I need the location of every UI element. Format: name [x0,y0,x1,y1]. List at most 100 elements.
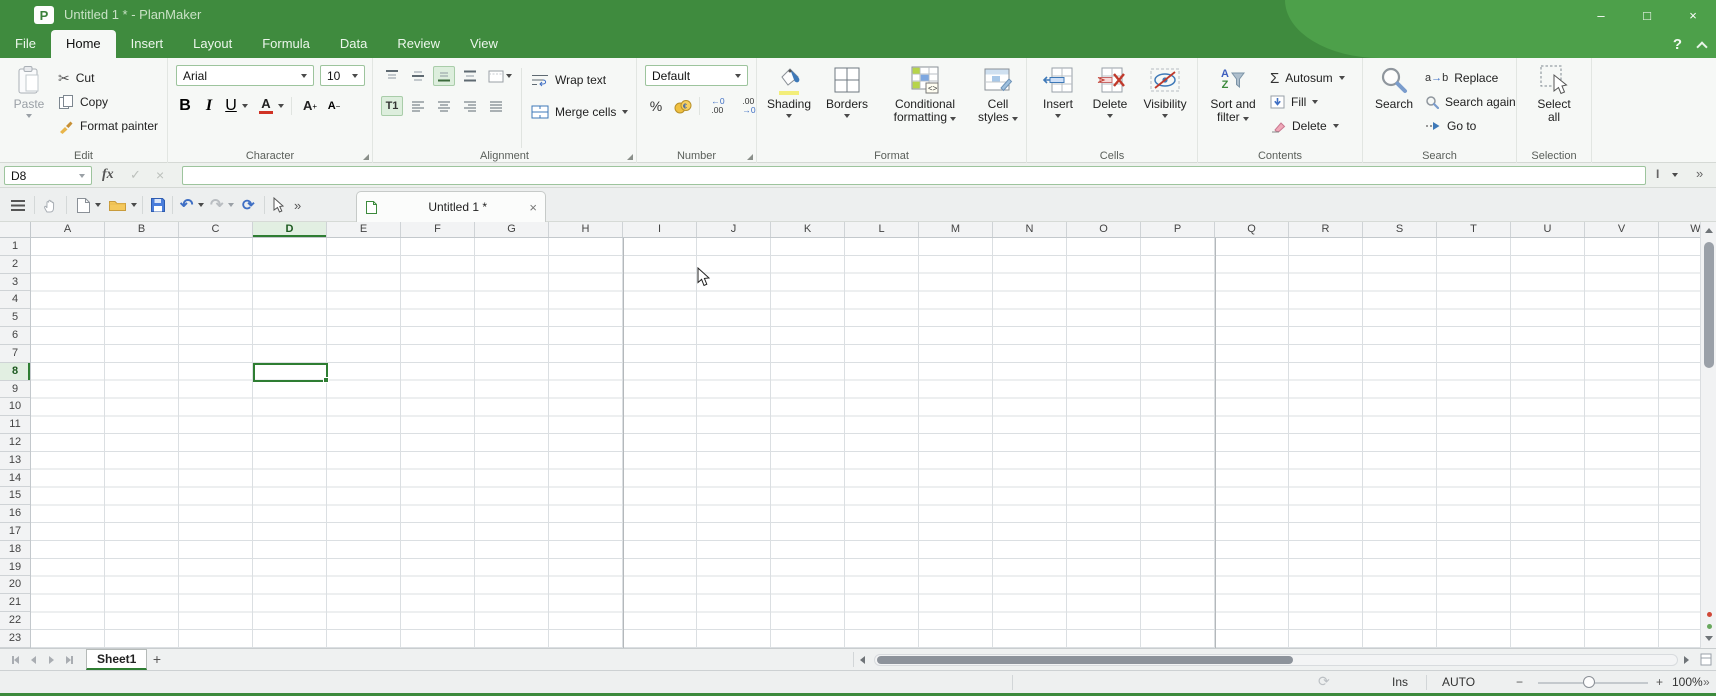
column-header-N[interactable]: N [993,222,1067,237]
scroll-right-icon[interactable] [1684,656,1689,664]
row-header-9[interactable]: 9 [0,381,30,399]
horizontal-scrollbar[interactable] [874,654,1678,666]
column-header-D[interactable]: D [253,222,327,237]
help-icon[interactable]: ? [1673,36,1682,53]
cell-frame-icon[interactable] [485,66,515,86]
align-left-icon[interactable] [407,96,429,116]
zoom-in-button[interactable]: + [1656,675,1663,689]
row-header-7[interactable]: 7 [0,345,30,363]
vertical-scrollbar-thumb[interactable] [1704,242,1714,368]
first-sheet-button[interactable] [8,652,23,667]
row-header-23[interactable]: 23 [0,630,30,648]
row-header-12[interactable]: 12 [0,434,30,452]
row-header-15[interactable]: 15 [0,487,30,505]
redo-icon[interactable]: ↷ [210,195,223,215]
split-view-handle[interactable] [1700,653,1712,666]
open-file-dropdown-icon[interactable] [131,203,137,223]
recalc-mode-indicator[interactable]: AUTO [1442,675,1475,689]
shrink-font-button[interactable]: A− [323,96,345,116]
conditional-formatting-button[interactable]: <> Conditional formatting [879,62,971,124]
copy-button[interactable]: Copy [58,90,158,114]
collapse-ribbon-icon[interactable] [1696,41,1707,52]
row-header-22[interactable]: 22 [0,612,30,630]
row-header-5[interactable]: 5 [0,309,30,327]
undo-icon[interactable]: ↶ [180,195,193,215]
column-header-O[interactable]: O [1067,222,1141,237]
sort-and-filter-button[interactable]: AZ Sort and filter [1202,62,1264,124]
hamburger-menu-icon[interactable] [10,195,26,215]
minimize-button[interactable]: – [1578,0,1624,30]
zoom-slider-thumb[interactable] [1583,676,1595,688]
column-header-P[interactable]: P [1141,222,1215,237]
column-header-Q[interactable]: Q [1215,222,1289,237]
align-top-icon[interactable] [381,66,403,86]
row-header-11[interactable]: 11 [0,416,30,434]
align-bottom-icon[interactable] [433,66,455,86]
column-header-S[interactable]: S [1363,222,1437,237]
recalculate-icon[interactable]: ⟳ [242,195,255,215]
status-overflow-icon[interactable]: » [1703,675,1710,689]
tab-layout[interactable]: Layout [178,30,247,58]
wrap-text-button[interactable]: Wrap text [531,68,606,92]
cell-reference-box[interactable]: D8 [4,166,92,185]
paste-dropdown-icon[interactable] [26,114,32,118]
row-header-19[interactable]: 19 [0,559,30,577]
tab-data[interactable]: Data [325,30,382,58]
search-again-button[interactable]: Search again [1425,90,1516,114]
spreadsheet-grid[interactable] [31,238,1700,648]
undo-dropdown-icon[interactable] [198,203,204,223]
column-header-T[interactable]: T [1437,222,1511,237]
currency-format-button[interactable]: € [672,96,694,116]
percent-format-button[interactable]: % [645,96,667,116]
bold-button[interactable]: B [174,96,196,116]
number-format-select[interactable]: Default [645,65,748,86]
align-justify-icon[interactable] [485,96,507,116]
delete-cells-button[interactable]: Delete [1085,62,1135,118]
next-sheet-button[interactable] [44,652,59,667]
select-all-corner[interactable] [0,222,31,237]
app-icon[interactable]: P [34,6,54,24]
toolbar-overflow-icon[interactable]: » [294,195,301,215]
row-header-18[interactable]: 18 [0,541,30,559]
column-header-J[interactable]: J [697,222,771,237]
column-header-A[interactable]: A [31,222,105,237]
column-header-I[interactable]: I [623,222,697,237]
new-document-dropdown-icon[interactable] [95,203,101,223]
shading-button[interactable]: Shading [761,62,817,118]
row-header-2[interactable]: 2 [0,256,30,274]
scroll-up-icon[interactable] [1705,228,1713,233]
object-mode-icon[interactable] [272,195,284,215]
column-header-M[interactable]: M [919,222,993,237]
document-tab-close-icon[interactable]: × [529,200,537,215]
formula-input[interactable] [182,166,1646,185]
align-justify-vertical-icon[interactable] [459,66,481,86]
scroll-down-icon[interactable] [1705,636,1713,641]
row-header-8[interactable]: 8 [0,363,30,381]
document-tab[interactable]: Untitled 1 * × [356,191,546,222]
edit-line-mode-icon[interactable]: I [1656,167,1659,181]
column-header-U[interactable]: U [1511,222,1585,237]
redo-dropdown-icon[interactable] [228,203,234,223]
row-header-14[interactable]: 14 [0,470,30,488]
cut-button[interactable]: ✂ Cut [58,66,158,90]
font-name-select[interactable]: Arial [176,65,314,86]
touch-mode-icon[interactable] [42,195,56,215]
add-sheet-button[interactable]: + [148,651,166,669]
tab-view[interactable]: View [455,30,513,58]
row-header-6[interactable]: 6 [0,327,30,345]
merge-cells-button[interactable]: Merge cells [531,100,628,124]
tab-home[interactable]: Home [51,30,116,58]
format-painter-button[interactable]: Format painter [58,114,158,138]
tab-insert[interactable]: Insert [116,30,179,58]
cell-styles-button[interactable]: Cell styles [973,62,1023,124]
horizontal-scrollbar-thumb[interactable] [877,656,1293,664]
previous-sheet-button[interactable] [26,652,41,667]
italic-button[interactable]: I [198,96,220,116]
fill-button[interactable]: Fill [1270,90,1345,114]
underline-button[interactable]: U [222,96,240,116]
tab-formula[interactable]: Formula [247,30,325,58]
new-document-icon[interactable] [76,195,91,215]
row-header-21[interactable]: 21 [0,594,30,612]
column-header-C[interactable]: C [179,222,253,237]
delete-contents-button[interactable]: Delete [1270,114,1345,138]
